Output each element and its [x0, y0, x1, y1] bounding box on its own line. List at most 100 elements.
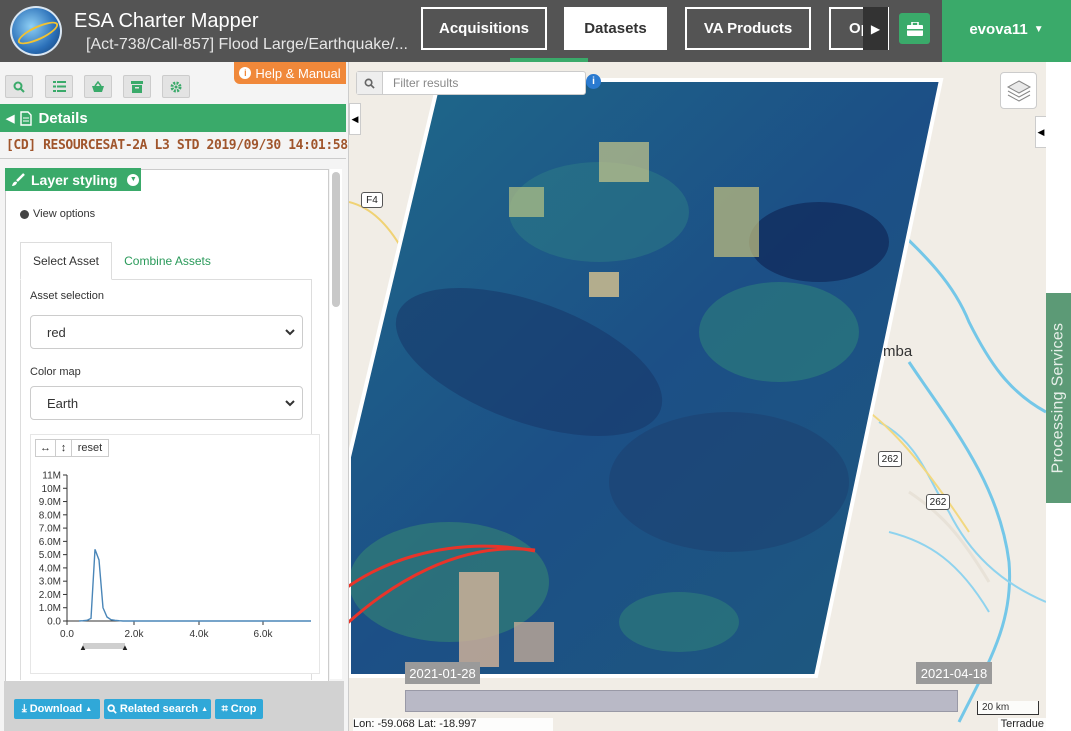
histogram-reset-button[interactable]: reset [72, 440, 108, 456]
view-options-toggle[interactable]: View options [20, 208, 95, 220]
y-tick-label: 0.0 [47, 617, 61, 628]
chevron-down-icon [285, 400, 295, 407]
basket-icon[interactable] [84, 75, 112, 98]
chevron-left-icon: ◀ [6, 112, 15, 125]
time-end-handle[interactable]: 2021-04-18 [916, 662, 992, 684]
layer-styling-label: Layer styling [31, 171, 118, 188]
nav-acquisitions-button[interactable]: Acquisitions [421, 7, 547, 50]
tab-select-asset[interactable]: Select Asset [20, 242, 112, 280]
histogram-controls: ↔ ↕ reset [35, 439, 109, 457]
help-manual-button[interactable]: i Help & Manual [234, 62, 346, 84]
archive-icon[interactable] [123, 75, 151, 98]
x-tick-label: 4.0k [190, 629, 210, 640]
esa-logo [10, 6, 62, 56]
range-brush[interactable] [83, 643, 125, 649]
tab-combine-assets[interactable]: Combine Assets [120, 242, 215, 280]
crop-icon: ⌗ [221, 702, 228, 715]
caret-down-icon: ▼ [1033, 23, 1044, 35]
y-tick-label: 4.0M [39, 563, 61, 574]
globe-icon [20, 209, 29, 219]
activation-subtitle: [Act-738/Call-857] Flood Large/Earthquak… [86, 36, 408, 53]
info-icon[interactable]: i [586, 74, 601, 89]
nav-scroll-right-icon[interactable]: ▶ [863, 7, 888, 50]
details-label: Details [38, 109, 88, 127]
details-header[interactable]: ◀ Details [0, 104, 346, 132]
search-icon [107, 704, 117, 714]
briefcase-icon[interactable] [899, 13, 930, 44]
scale-bar: 20 km [977, 701, 1039, 715]
download-button[interactable]: ⤓ Download ▲ [14, 699, 100, 719]
road-marker: 262 [878, 451, 902, 467]
y-tick-label: 9.0M [39, 497, 61, 508]
map-view[interactable] [349, 62, 1046, 731]
time-slider-track[interactable] [405, 690, 958, 712]
cursor-coordinates: Lon: -59.068 Lat: -18.997 [353, 718, 553, 731]
y-tick-label: 7.0M [39, 524, 61, 535]
brush-icon [12, 172, 25, 186]
search-icon[interactable] [5, 75, 33, 98]
top-bar: ESA Charter Mapper [Act-738/Call-857] Fl… [0, 0, 1071, 62]
x-tick-label: 0.0 [60, 629, 74, 640]
layers-icon [1006, 79, 1031, 102]
view-options-label: View options [33, 208, 96, 220]
user-name: evova11 [969, 20, 1028, 38]
road-marker: F4 [361, 192, 383, 208]
nav-datasets-button[interactable]: Datasets [564, 7, 667, 50]
y-tick-label: 5.0M [39, 550, 61, 561]
y-tick-label: 6.0M [39, 537, 61, 548]
left-panel: i Help & Manual ◀ Details [CD] RESOURCES… [0, 62, 349, 731]
range-handle-icon[interactable]: ▲ [79, 643, 87, 652]
app-title: ESA Charter Mapper [74, 10, 259, 32]
road-marker: 262 [926, 494, 950, 510]
asset-selection-label: Asset selection [30, 290, 104, 302]
layers-switcher[interactable] [1000, 72, 1037, 109]
range-handle-icon[interactable]: ▲ [121, 643, 129, 652]
zoom-vertical-icon[interactable]: ↕ [56, 440, 72, 456]
download-icon: ⤓ [21, 702, 27, 715]
collapse-left-panel-icon[interactable]: ◀ [349, 103, 361, 135]
asset-selection-select[interactable]: red [30, 315, 303, 349]
chevron-down-icon: ▼ [127, 173, 140, 186]
divider [0, 158, 346, 159]
asset-tabs: Select Asset Combine Assets [20, 242, 312, 280]
map-place-label: mba [883, 343, 913, 360]
caret-up-icon: ▲ [85, 705, 93, 713]
y-tick-label: 8.0M [39, 510, 61, 521]
document-icon [20, 110, 33, 126]
scrollbar-thumb[interactable] [332, 172, 340, 307]
filter-results-input[interactable]: Filter results [383, 76, 458, 90]
y-tick-label: 11M [42, 471, 61, 482]
arrow-overlay [349, 544, 536, 588]
crop-label: Crop [230, 703, 257, 715]
color-map-label: Color map [30, 366, 81, 378]
app-root: { "header": { "app_title": "ESA Charter … [0, 0, 1071, 731]
processing-services-label: Processing Services [1049, 322, 1067, 474]
left-toolbar: i Help & Manual [0, 62, 348, 102]
product-title: [CD] RESOURCESAT-2A L3 STD 2019/09/30 14… [6, 138, 348, 153]
color-map-select[interactable]: Earth [30, 386, 303, 420]
layer-styling-header[interactable]: Layer styling ▼ [5, 168, 141, 191]
user-menu[interactable]: evova11 ▼ [942, 0, 1071, 58]
nav-va-products-button[interactable]: VA Products [685, 7, 811, 50]
related-search-label: Related search [119, 703, 199, 715]
list-icon[interactable] [45, 75, 73, 98]
map-attribution: Terradue [998, 718, 1046, 731]
filter-results-search[interactable]: Filter results [356, 71, 586, 95]
asset-selection-value: red [47, 324, 66, 340]
chevron-down-icon [285, 329, 295, 336]
y-tick-label: 10M [42, 484, 61, 495]
y-tick-label: 2.0M [39, 590, 61, 601]
time-start-handle[interactable]: 2021-01-28 [405, 662, 480, 684]
y-tick-label: 1.0M [39, 603, 61, 614]
caret-up-icon: ▲ [201, 705, 209, 713]
x-tick-label: 2.0k [125, 629, 145, 640]
y-tick-label: 3.0M [39, 577, 61, 588]
processing-services-tab[interactable]: Processing Services [1046, 293, 1071, 503]
zoom-horizontal-icon[interactable]: ↔ [36, 440, 56, 456]
help-manual-label: Help & Manual [255, 65, 341, 81]
related-search-button[interactable]: Related search ▲ [104, 699, 211, 719]
gear-icon[interactable] [162, 75, 190, 98]
histogram-curve [78, 549, 311, 622]
crop-button[interactable]: ⌗ Crop [215, 699, 263, 719]
color-map-value: Earth [47, 395, 79, 411]
